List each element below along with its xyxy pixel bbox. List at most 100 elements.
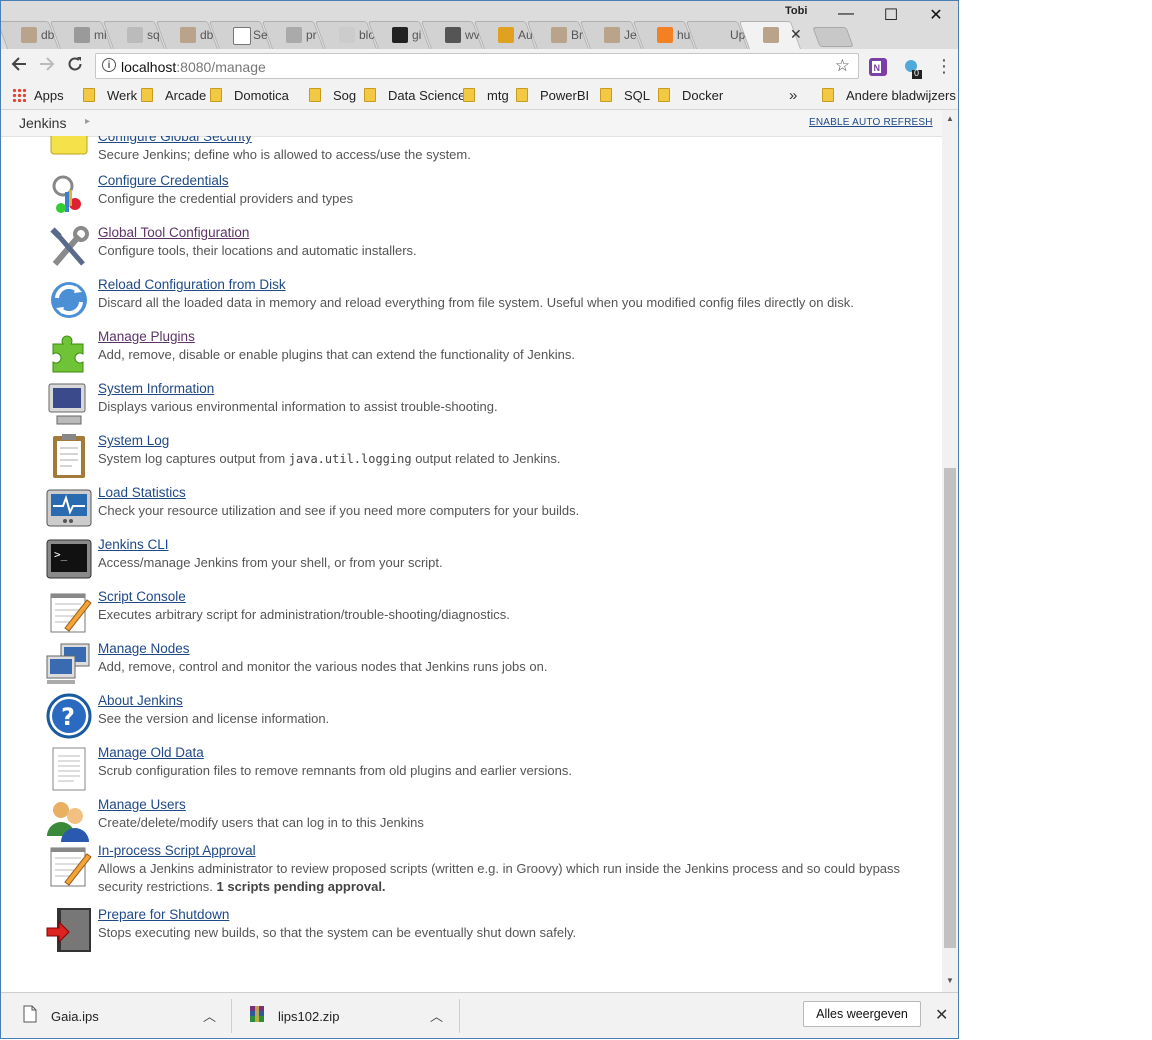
download-item[interactable]: lips102.zip ︿ <box>233 993 461 1038</box>
help-icon[interactable]: ? <box>45 692 93 740</box>
bookmark-folder[interactable]: Domotica <box>210 88 289 103</box>
puzzle-icon[interactable] <box>45 328 93 376</box>
github-icon <box>392 27 408 43</box>
new-tab-button[interactable] <box>812 27 854 47</box>
management-link[interactable]: Global Tool Configuration <box>98 224 918 242</box>
notepad-icon[interactable] <box>45 588 93 636</box>
browser-menu-icon[interactable]: ⋮ <box>935 57 953 75</box>
management-description: Executes arbitrary script for administra… <box>98 606 918 624</box>
bookmark-folder[interactable]: PowerBI <box>516 88 589 103</box>
reload-icon[interactable] <box>45 276 93 324</box>
lock-icon[interactable] <box>45 136 93 176</box>
enable-auto-refresh-link[interactable]: ENABLE AUTO REFRESH <box>809 117 933 128</box>
monitor-graph-icon[interactable] <box>45 484 93 532</box>
image-icon <box>286 27 302 43</box>
jenkins-icon <box>604 27 620 43</box>
management-link[interactable]: Reload Configuration from Disk <box>98 276 918 294</box>
bookmark-folder[interactable]: Werk <box>83 88 137 103</box>
pending-approval-count: 1 scripts pending approval. <box>216 879 386 894</box>
chevron-up-icon[interactable]: ︿ <box>430 1006 443 1025</box>
management-link[interactable]: Prepare for Shutdown <box>98 906 918 924</box>
vertical-scrollbar[interactable]: ▲ ▼ <box>942 110 958 992</box>
bookmarks-overflow-icon[interactable]: » <box>789 87 797 104</box>
forward-button[interactable] <box>35 55 59 79</box>
bookmark-folder-label: Arcade <box>165 88 207 103</box>
scroll-down-icon[interactable]: ▼ <box>946 976 954 985</box>
management-description: Scrub configuration files to remove remn… <box>98 762 918 780</box>
show-all-downloads-button[interactable]: Alles weergeven <box>803 1001 921 1027</box>
profile-name[interactable]: Tobi <box>785 5 807 17</box>
tab-14[interactable]: ✕ <box>738 21 802 49</box>
close-download-bar-icon[interactable]: ✕ <box>935 1005 948 1025</box>
bookmark-folder[interactable]: Docker <box>658 88 723 103</box>
clipboard-icon[interactable] <box>45 432 93 480</box>
bookmark-folder[interactable]: Data Science <box>364 88 465 103</box>
jenkins-icon <box>180 27 196 43</box>
management-link[interactable]: Load Statistics <box>98 484 918 502</box>
chevron-up-icon[interactable]: ︿ <box>203 1006 216 1025</box>
svg-text:>_: >_ <box>54 548 68 561</box>
folder-icon <box>83 88 95 102</box>
management-description: System log captures output from java.uti… <box>98 450 918 468</box>
breadcrumb-jenkins[interactable]: Jenkins <box>19 115 66 131</box>
terminal-icon[interactable]: >_ <box>45 536 93 584</box>
management-link[interactable]: Manage Old Data <box>98 744 918 762</box>
network-computers-icon[interactable] <box>45 640 93 688</box>
scrollbar-thumb[interactable] <box>944 468 956 948</box>
bookmark-folder-label: PowerBI <box>540 88 590 103</box>
management-link[interactable]: Jenkins CLI <box>98 536 918 554</box>
management-link[interactable]: System Log <box>98 432 918 450</box>
download-item[interactable]: Gaia.ips ︿ <box>1 993 232 1038</box>
tools-icon[interactable] <box>45 224 93 272</box>
onenote-icon[interactable]: N <box>869 58 887 76</box>
close-window-button[interactable]: ✕ <box>921 5 951 25</box>
management-link[interactable]: Manage Users <box>98 796 918 814</box>
bookmark-folder[interactable]: SQL <box>600 88 650 103</box>
management-link[interactable]: System Information <box>98 380 918 398</box>
archive-icon <box>250 1006 264 1022</box>
bookmark-folder[interactable]: Sog <box>309 88 356 103</box>
close-tab-icon[interactable]: ✕ <box>790 26 802 43</box>
folder-icon <box>463 88 475 102</box>
star-icon[interactable]: ☆ <box>835 56 850 76</box>
management-item-text: Manage Nodes Add, remove, control and mon… <box>98 640 918 676</box>
keys-icon[interactable] <box>45 172 93 220</box>
separator <box>459 999 460 1033</box>
management-link[interactable]: Configure Credentials <box>98 172 918 190</box>
badge-extension-icon[interactable]: 0 <box>903 58 922 79</box>
management-link[interactable]: Script Console <box>98 588 918 606</box>
computer-icon[interactable] <box>45 380 93 428</box>
management-link[interactable]: Manage Plugins <box>98 328 918 346</box>
info-icon[interactable]: i <box>102 58 116 72</box>
shutdown-icon[interactable] <box>45 906 93 954</box>
maximize-button[interactable]: ☐ <box>876 5 906 25</box>
breadcrumb-arrow-icon[interactable]: ▸ <box>85 116 90 127</box>
bookmark-other[interactable]: Andere bladwijzers <box>822 88 956 103</box>
description-text: Access/manage Jenkins from your shell, o… <box>98 555 443 570</box>
minimize-button[interactable]: — <box>831 5 861 23</box>
back-button[interactable] <box>7 55 31 79</box>
bookmark-apps[interactable]: Apps <box>12 88 64 103</box>
bookmark-folder[interactable]: Arcade <box>141 88 206 103</box>
notepad-icon[interactable] <box>45 842 93 890</box>
download-filename: Gaia.ips <box>51 1009 99 1024</box>
url-path: :8080/manage <box>176 59 266 75</box>
description-text: Scrub configuration files to remove remn… <box>98 763 573 778</box>
description-text: Secure Jenkins; define who is allowed to… <box>98 147 471 162</box>
users-icon[interactable] <box>45 796 93 844</box>
url-text[interactable]: localhost:8080/manage <box>121 59 266 75</box>
bookmark-folder[interactable]: mtg <box>463 88 509 103</box>
management-link[interactable]: Manage Nodes <box>98 640 918 658</box>
management-link[interactable]: About Jenkins <box>98 692 918 710</box>
folder-icon <box>210 88 222 102</box>
management-link[interactable]: Configure Global Security <box>98 136 918 146</box>
reload-icon <box>68 57 82 71</box>
management-description: Secure Jenkins; define who is allowed to… <box>98 146 918 164</box>
scroll-up-icon[interactable]: ▲ <box>946 114 954 123</box>
reload-button[interactable] <box>63 55 87 79</box>
address-bar[interactable]: i localhost:8080/manage ☆ <box>95 53 859 79</box>
document-icon[interactable] <box>45 744 93 792</box>
at-icon <box>339 27 355 43</box>
management-link[interactable]: In-process Script Approval <box>98 842 918 860</box>
database-icon <box>498 27 514 43</box>
